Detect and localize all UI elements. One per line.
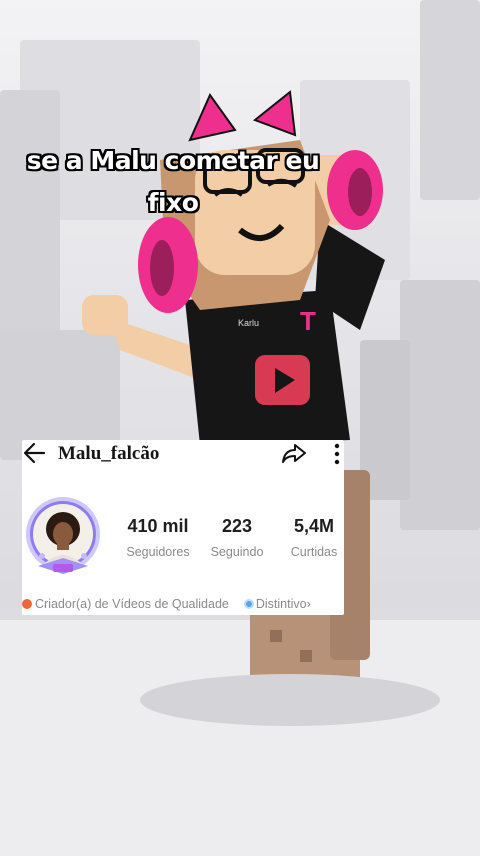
orange-badge-icon: [22, 599, 32, 609]
svg-text:T: T: [300, 306, 316, 336]
profile-stats: 410 mil Seguidores 223 Seguindo 5,4M Cur…: [22, 516, 344, 566]
stat-following-label: Seguindo: [210, 545, 264, 559]
shirt-text: Karlu: [238, 318, 259, 328]
share-icon[interactable]: [280, 440, 308, 466]
stat-likes[interactable]: 5,4M Curtidas: [284, 516, 344, 559]
roblox-character: T Karlu: [82, 90, 440, 726]
stat-following[interactable]: 223 Seguindo: [206, 516, 268, 559]
profile-topbar: Malu_falcão: [22, 440, 344, 470]
back-arrow-icon[interactable]: [22, 440, 48, 466]
profile-badges: Criador(a) de Vídeos de Qualidade Distin…: [22, 597, 344, 613]
video-caption: se a Malu cometar eu fixo: [26, 146, 320, 217]
video-background: T Karlu se a Malu cometar eu fixo: [0, 0, 480, 856]
chevron-right-icon: ›: [306, 597, 311, 611]
stat-followers[interactable]: 410 mil Seguidores: [122, 516, 194, 559]
profile-card[interactable]: Malu_falcão 410 mil Seguidores 223 Segui…: [22, 440, 344, 615]
creator-badge-text[interactable]: Criador(a) de Vídeos de Qualidade: [35, 597, 229, 611]
more-options-icon[interactable]: [332, 442, 342, 466]
profile-username: Malu_falcão: [58, 443, 160, 464]
stat-likes-value: 5,4M: [293, 516, 335, 536]
stat-likes-label: Curtidas: [290, 545, 338, 559]
distinct-link[interactable]: Distintivo: [256, 597, 307, 611]
blue-badge-icon: [243, 599, 254, 609]
stat-followers-value: 410 mil: [127, 516, 189, 536]
stat-following-value: 223: [221, 516, 253, 536]
stat-followers-label: Seguidores: [126, 545, 190, 559]
